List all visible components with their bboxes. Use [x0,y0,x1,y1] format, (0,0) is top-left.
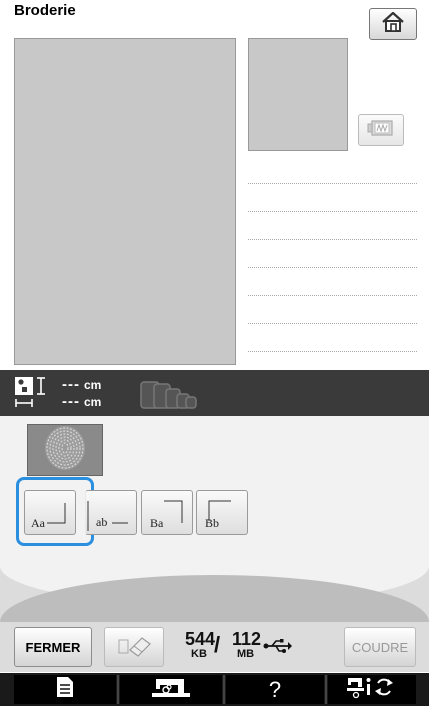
height-value: --- [62,376,80,393]
sew-button-label: COUDRE [351,639,409,655]
frame-preview [248,38,348,151]
memory-separator: / [214,632,221,657]
layout-label: Aa [31,516,45,530]
embroidery-preview [14,38,236,365]
sewing-machine-icon [150,675,192,704]
document-button[interactable] [14,675,116,704]
page-title: Broderie [14,2,76,19]
help-button[interactable]: ? [226,675,324,704]
info-line-7 [248,351,417,352]
memory-kb-value: 544 [185,629,216,649]
nav-divider [223,675,225,704]
height-unit: cm [84,378,102,392]
info-line-5 [248,295,417,296]
layout-label: Ba [150,516,164,530]
document-icon [56,676,74,703]
memory-eraser-icon [114,634,154,661]
nav-divider [325,675,327,704]
close-button[interactable]: FERMER [14,627,92,667]
machine-settings-button[interactable] [120,675,222,704]
machine-info-icon [346,675,398,704]
close-button-label: FERMER [25,639,81,655]
memory-button[interactable] [104,627,164,667]
embroidery-screen: Broderie --- cm --- cm Aa ab Ba Bb FERME… [0,0,429,706]
memory-kb-unit: KB [191,648,207,660]
embroidery-frame-icon [366,118,396,143]
memory-mb-unit: MB [237,648,255,660]
usb-icon [262,638,292,659]
memory-mb-value: 112 [232,629,262,649]
info-line-3 [248,239,417,240]
info-line-1 [248,183,417,184]
layout-label: ab [96,515,108,529]
size-dimensions-icon [14,376,50,415]
info-line-2 [248,211,417,212]
machine-info-button[interactable] [328,675,416,704]
layout-label: Bb [205,516,220,530]
fingerprint-pattern-icon [40,424,90,477]
home-button[interactable] [369,8,417,40]
home-icon [380,11,406,38]
width-readout: --- cm [62,393,101,410]
sew-button[interactable]: COUDRE [344,627,416,667]
layout-bottom-line-icon [87,501,128,531]
pattern-thumbnail[interactable] [27,424,103,476]
hoop-sizes-icon [140,381,204,414]
help-label: ? [268,676,282,702]
frame-view-button[interactable] [358,114,404,146]
width-unit: cm [84,395,102,409]
layout-button-aa[interactable]: Aa [24,490,76,535]
width-value: --- [62,393,80,410]
layout-button-ab[interactable]: ab [85,490,137,535]
height-readout: --- cm [62,376,101,393]
info-line-6 [248,323,417,324]
layout-button-bb[interactable]: Bb [196,490,248,535]
info-line-4 [248,267,417,268]
nav-divider [117,675,119,704]
layout-button-ba[interactable]: Ba [141,490,193,535]
